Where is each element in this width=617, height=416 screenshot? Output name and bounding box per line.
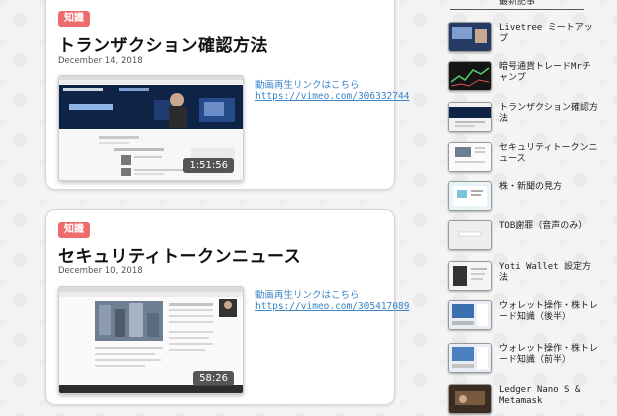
sidebar-item[interactable]: Livetree ミートアップ <box>448 22 613 54</box>
video-link-label[interactable]: 動画再生リンクはこちら <box>255 77 360 91</box>
sidebar-item[interactable]: ウォレット操作・株トレード知識（後半） <box>448 300 613 332</box>
sidebar-item[interactable]: 暗号通貨トレードMrチャンプ <box>448 61 613 93</box>
category-tag[interactable]: 知識 <box>58 11 90 27</box>
video-link-url[interactable]: https://vimeo.com/305417089 <box>255 301 409 312</box>
sidebar-thumbnail[interactable] <box>448 142 492 172</box>
sidebar-item[interactable]: トランザクション確認方法 <box>448 102 613 134</box>
sidebar-item[interactable]: Yoti Wallet 設定方法 <box>448 261 613 293</box>
sidebar-item-title[interactable]: TOB謝罪（音声のみ） <box>499 221 599 232</box>
sidebar-thumbnail[interactable] <box>448 22 492 52</box>
sidebar-item-title[interactable]: セキュリティトークンニュース <box>499 143 599 164</box>
sidebar-thumbnail[interactable] <box>448 102 492 132</box>
sidebar-item[interactable]: Ledger Nano S & Metamask <box>448 384 613 416</box>
video-link-label[interactable]: 動画再生リンクはこちら <box>255 287 360 301</box>
sidebar-item-title[interactable]: ウォレット操作・株トレード知識（前半） <box>499 344 599 365</box>
sidebar-thumbnail[interactable] <box>448 384 492 414</box>
post-date: December 10, 2018 <box>58 266 143 276</box>
sidebar-item-title[interactable]: Ledger Nano S & Metamask <box>499 385 599 406</box>
post-title[interactable]: セキュリティトークンニュース <box>58 242 301 267</box>
sidebar-thumbnail[interactable] <box>448 261 492 291</box>
post-card: 知識 セキュリティトークンニュース December 10, 2018 58:2… <box>45 209 409 405</box>
sidebar-thumbnail[interactable] <box>448 181 492 211</box>
sidebar-item[interactable]: 株・新聞の見方 <box>448 181 613 213</box>
sidebar-item-title[interactable]: 暗号通貨トレードMrチャンプ <box>499 62 599 83</box>
video-link-url[interactable]: https://vimeo.com/306332744 <box>255 91 409 102</box>
sidebar-item-title[interactable]: 株・新聞の見方 <box>499 182 599 193</box>
video-duration: 58:26 <box>193 371 234 386</box>
sidebar-thumbnail[interactable] <box>448 343 492 373</box>
video-duration: 1:51:56 <box>183 158 234 173</box>
post-card: 知識 トランザクション確認方法 December 14, 2018 1:51:5… <box>45 0 409 190</box>
sidebar-item-title[interactable]: Yoti Wallet 設定方法 <box>499 262 599 283</box>
sidebar-item[interactable]: セキュリティトークンニュース <box>448 142 613 174</box>
post-title[interactable]: トランザクション確認方法 <box>58 31 268 56</box>
sidebar-thumbnail[interactable] <box>448 61 492 91</box>
category-tag[interactable]: 知識 <box>58 222 90 238</box>
sidebar-item[interactable]: ウォレット操作・株トレード知識（前半） <box>448 343 613 375</box>
sidebar-thumbnail[interactable] <box>448 300 492 330</box>
post-date: December 14, 2018 <box>58 56 143 66</box>
sidebar-heading: 最新記事 <box>450 0 584 10</box>
sidebar-item-title[interactable]: トランザクション確認方法 <box>499 103 599 124</box>
video-thumbnail[interactable]: 58:26 <box>58 286 244 394</box>
sidebar-item[interactable]: TOB謝罪（音声のみ） <box>448 220 613 252</box>
sidebar-item-title[interactable]: ウォレット操作・株トレード知識（後半） <box>499 301 599 322</box>
sidebar-item-title[interactable]: Livetree ミートアップ <box>499 23 599 44</box>
sidebar-thumbnail[interactable] <box>448 220 492 250</box>
recent-posts-sidebar: 最新記事 Livetree ミートアップ 暗号通貨トレードMrチャンプ トランザ… <box>440 0 617 414</box>
video-thumbnail[interactable]: 1:51:56 <box>58 75 244 181</box>
